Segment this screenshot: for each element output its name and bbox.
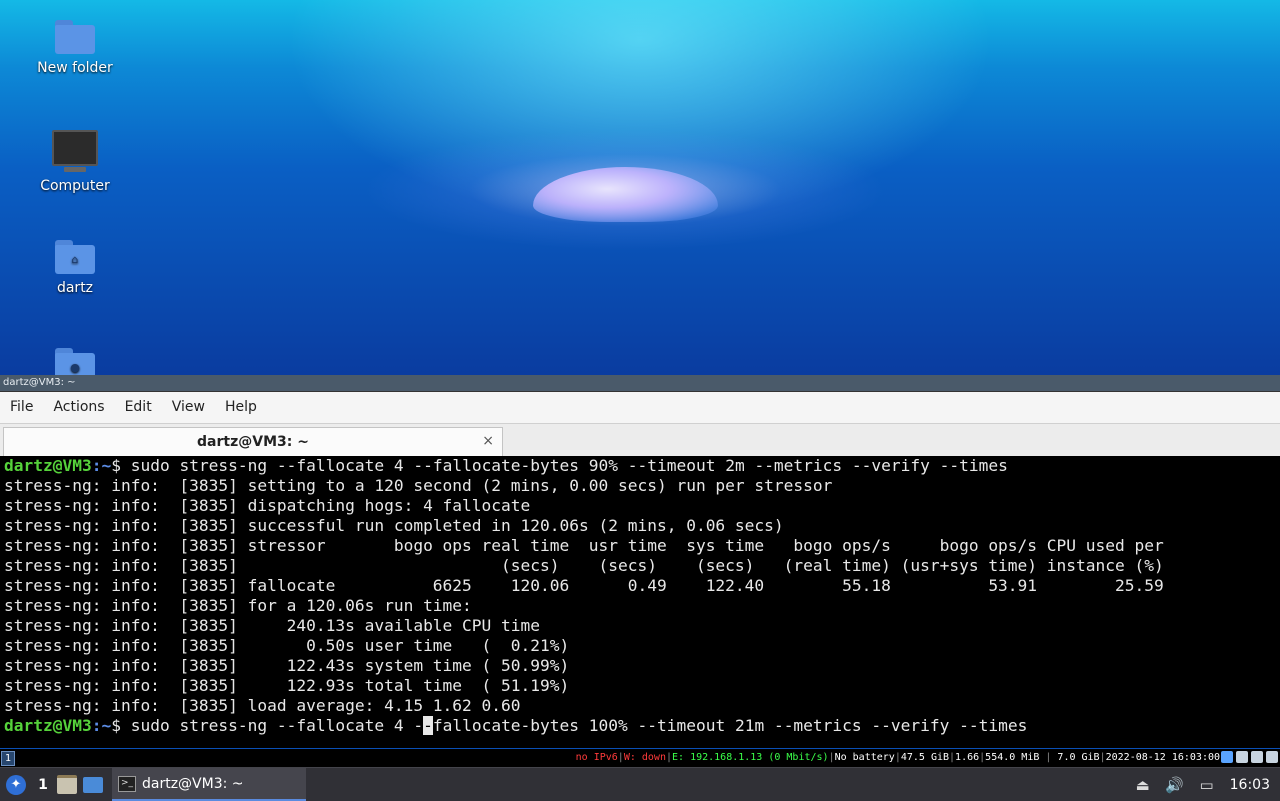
status-ipv6: no IPv6	[575, 752, 618, 763]
terminal-line: stress-ng: info: [3835] 122.43s system t…	[4, 656, 570, 675]
taskbar-button-label: dartz@VM3: ~	[142, 775, 244, 792]
status-load: 1.66	[955, 752, 980, 763]
status-disk: 47.5 GiB	[900, 752, 950, 763]
file-manager-icon	[57, 775, 77, 794]
show-desktop-button[interactable]	[80, 768, 106, 801]
terminal-line: stress-ng: info: [3835] load average: 4.…	[4, 696, 521, 715]
home-icon: ⌂	[71, 253, 79, 266]
window-title: dartz@VM3: ~	[3, 377, 76, 388]
menu-help[interactable]: Help	[215, 392, 267, 423]
prompt-sign: $	[111, 456, 131, 475]
terminal-line: stress-ng: info: [3835] fallocate 6625 1…	[4, 576, 1164, 595]
status-bar: 1 no IPv6|W: down|E: 192.168.1.13 (0 Mbi…	[0, 749, 1280, 767]
desktop-icon-network[interactable]: ●	[20, 348, 130, 375]
terminal-window: dartz@VM3: ~ File Actions Edit View Help…	[0, 375, 1280, 748]
window-titlebar[interactable]: dartz@VM3: ~	[0, 375, 1280, 392]
terminal-line: stress-ng: info: [3835] 122.93s total ti…	[4, 676, 570, 695]
home-folder-icon: ⌂	[55, 240, 95, 274]
terminal-line: stress-ng: info: [3835] for a 120.06s ru…	[4, 596, 472, 615]
menu-file[interactable]: File	[0, 392, 43, 423]
panel-clock[interactable]: 16:03	[1230, 777, 1270, 793]
status-wifi: W: down	[623, 752, 666, 763]
terminal-input-line[interactable]: dartz@VM3:~$ sudo stress-ng --fallocate …	[0, 716, 1280, 736]
desktop-icon-new-folder[interactable]: New folder	[20, 20, 130, 76]
desktop-icon-computer[interactable]: Computer	[20, 130, 130, 194]
desktop-icon-label: Computer	[40, 178, 110, 194]
menu-edit[interactable]: Edit	[115, 392, 162, 423]
menu-bar: File Actions Edit View Help	[0, 392, 1280, 424]
notification-icon[interactable]	[1221, 751, 1233, 763]
prompt-path: :~	[91, 716, 112, 735]
workspace-indicator[interactable]: 1	[1, 751, 15, 766]
desktop-icon-label: dartz	[56, 280, 94, 296]
start-menu-button[interactable]: ✦	[0, 768, 32, 801]
globe-icon: ●	[70, 361, 80, 374]
computer-icon	[52, 130, 98, 172]
command-text-after-cursor: fallocate-bytes 100% --timeout 21m --met…	[432, 716, 1028, 735]
desktop-background: New folder Computer ⌂ dartz ●	[0, 0, 1280, 375]
desktop-pager[interactable]: 1	[32, 777, 54, 793]
terminal-line: stress-ng: info: [3835] stressor bogo op…	[4, 536, 1164, 555]
folder-icon	[55, 20, 95, 54]
terminal-line: stress-ng: info: [3835] dispatching hogs…	[4, 496, 531, 515]
prompt-path: :~	[91, 456, 112, 475]
screen-icon[interactable]	[1236, 751, 1248, 763]
panel-tray: ⏏ 🔊 ▭ 16:03	[1134, 776, 1280, 794]
file-manager-launcher[interactable]	[54, 768, 80, 801]
text-cursor: -	[423, 716, 433, 735]
wallpaper-jellyfish	[533, 167, 718, 222]
prompt-sign: $	[111, 716, 131, 735]
tab-terminal[interactable]: dartz@VM3: ~ ×	[3, 427, 503, 457]
status-memory-total: 7.0 GiB	[1057, 752, 1100, 763]
taskbar-button-terminal[interactable]: >_ dartz@VM3: ~	[112, 768, 306, 801]
bottom-panel: ✦ 1 >_ dartz@VM3: ~ ⏏ 🔊 ▭ 16:03	[0, 767, 1280, 801]
terminal-icon: >_	[118, 775, 136, 792]
clipboard-icon[interactable]	[1266, 751, 1278, 763]
close-icon[interactable]: ×	[482, 428, 494, 455]
prompt-user: dartz@VM3	[4, 716, 92, 735]
terminal-line: stress-ng: info: [3835] 0.50s user time …	[4, 636, 570, 655]
status-datetime: 2022-08-12 16:03:00	[1105, 752, 1220, 763]
status-tray	[1221, 751, 1278, 763]
desktop-icon-label: New folder	[37, 60, 113, 76]
network-monitor-icon[interactable]: ▭	[1198, 776, 1216, 794]
tab-bar: dartz@VM3: ~ ×	[0, 424, 1280, 458]
status-items: no IPv6|W: down|E: 192.168.1.13 (0 Mbit/…	[575, 752, 1220, 763]
menu-view[interactable]: View	[162, 392, 215, 423]
volume-icon[interactable]: 🔊	[1165, 776, 1184, 794]
eject-icon[interactable]: ⏏	[1134, 776, 1152, 794]
desktop-icon-home[interactable]: ⌂ dartz	[20, 240, 130, 296]
terminal-line: stress-ng: info: [3835] setting to a 120…	[4, 476, 833, 495]
terminal-output[interactable]: dartz@VM3:~$ sudo stress-ng --fallocate …	[0, 456, 1280, 746]
terminal-line: stress-ng: info: [3835] (secs) (secs) (s…	[4, 556, 1164, 575]
prompt-user: dartz@VM3	[4, 456, 92, 475]
terminal-line: stress-ng: info: [3835] successful run c…	[4, 516, 784, 535]
tab-label: dartz@VM3: ~	[197, 434, 309, 450]
status-ethernet: E: 192.168.1.13 (0 Mbit/s)	[672, 752, 829, 763]
command-text: sudo stress-ng --fallocate 4 --fallocate…	[130, 456, 1008, 475]
window-icon[interactable]	[1251, 751, 1263, 763]
menu-actions[interactable]: Actions	[43, 392, 114, 423]
terminal-line: stress-ng: info: [3835] 240.13s availabl…	[4, 616, 541, 635]
status-memory-used: 554.0 MiB	[985, 752, 1040, 763]
app-menu-icon: ✦	[6, 774, 26, 795]
status-battery: No battery	[834, 752, 895, 763]
network-folder-icon: ●	[55, 348, 95, 375]
show-desktop-icon	[83, 776, 103, 793]
command-text-before-cursor: sudo stress-ng --fallocate 4 -	[130, 716, 424, 735]
terminal-command-line: dartz@VM3:~$ sudo stress-ng --fallocate …	[0, 456, 1280, 476]
